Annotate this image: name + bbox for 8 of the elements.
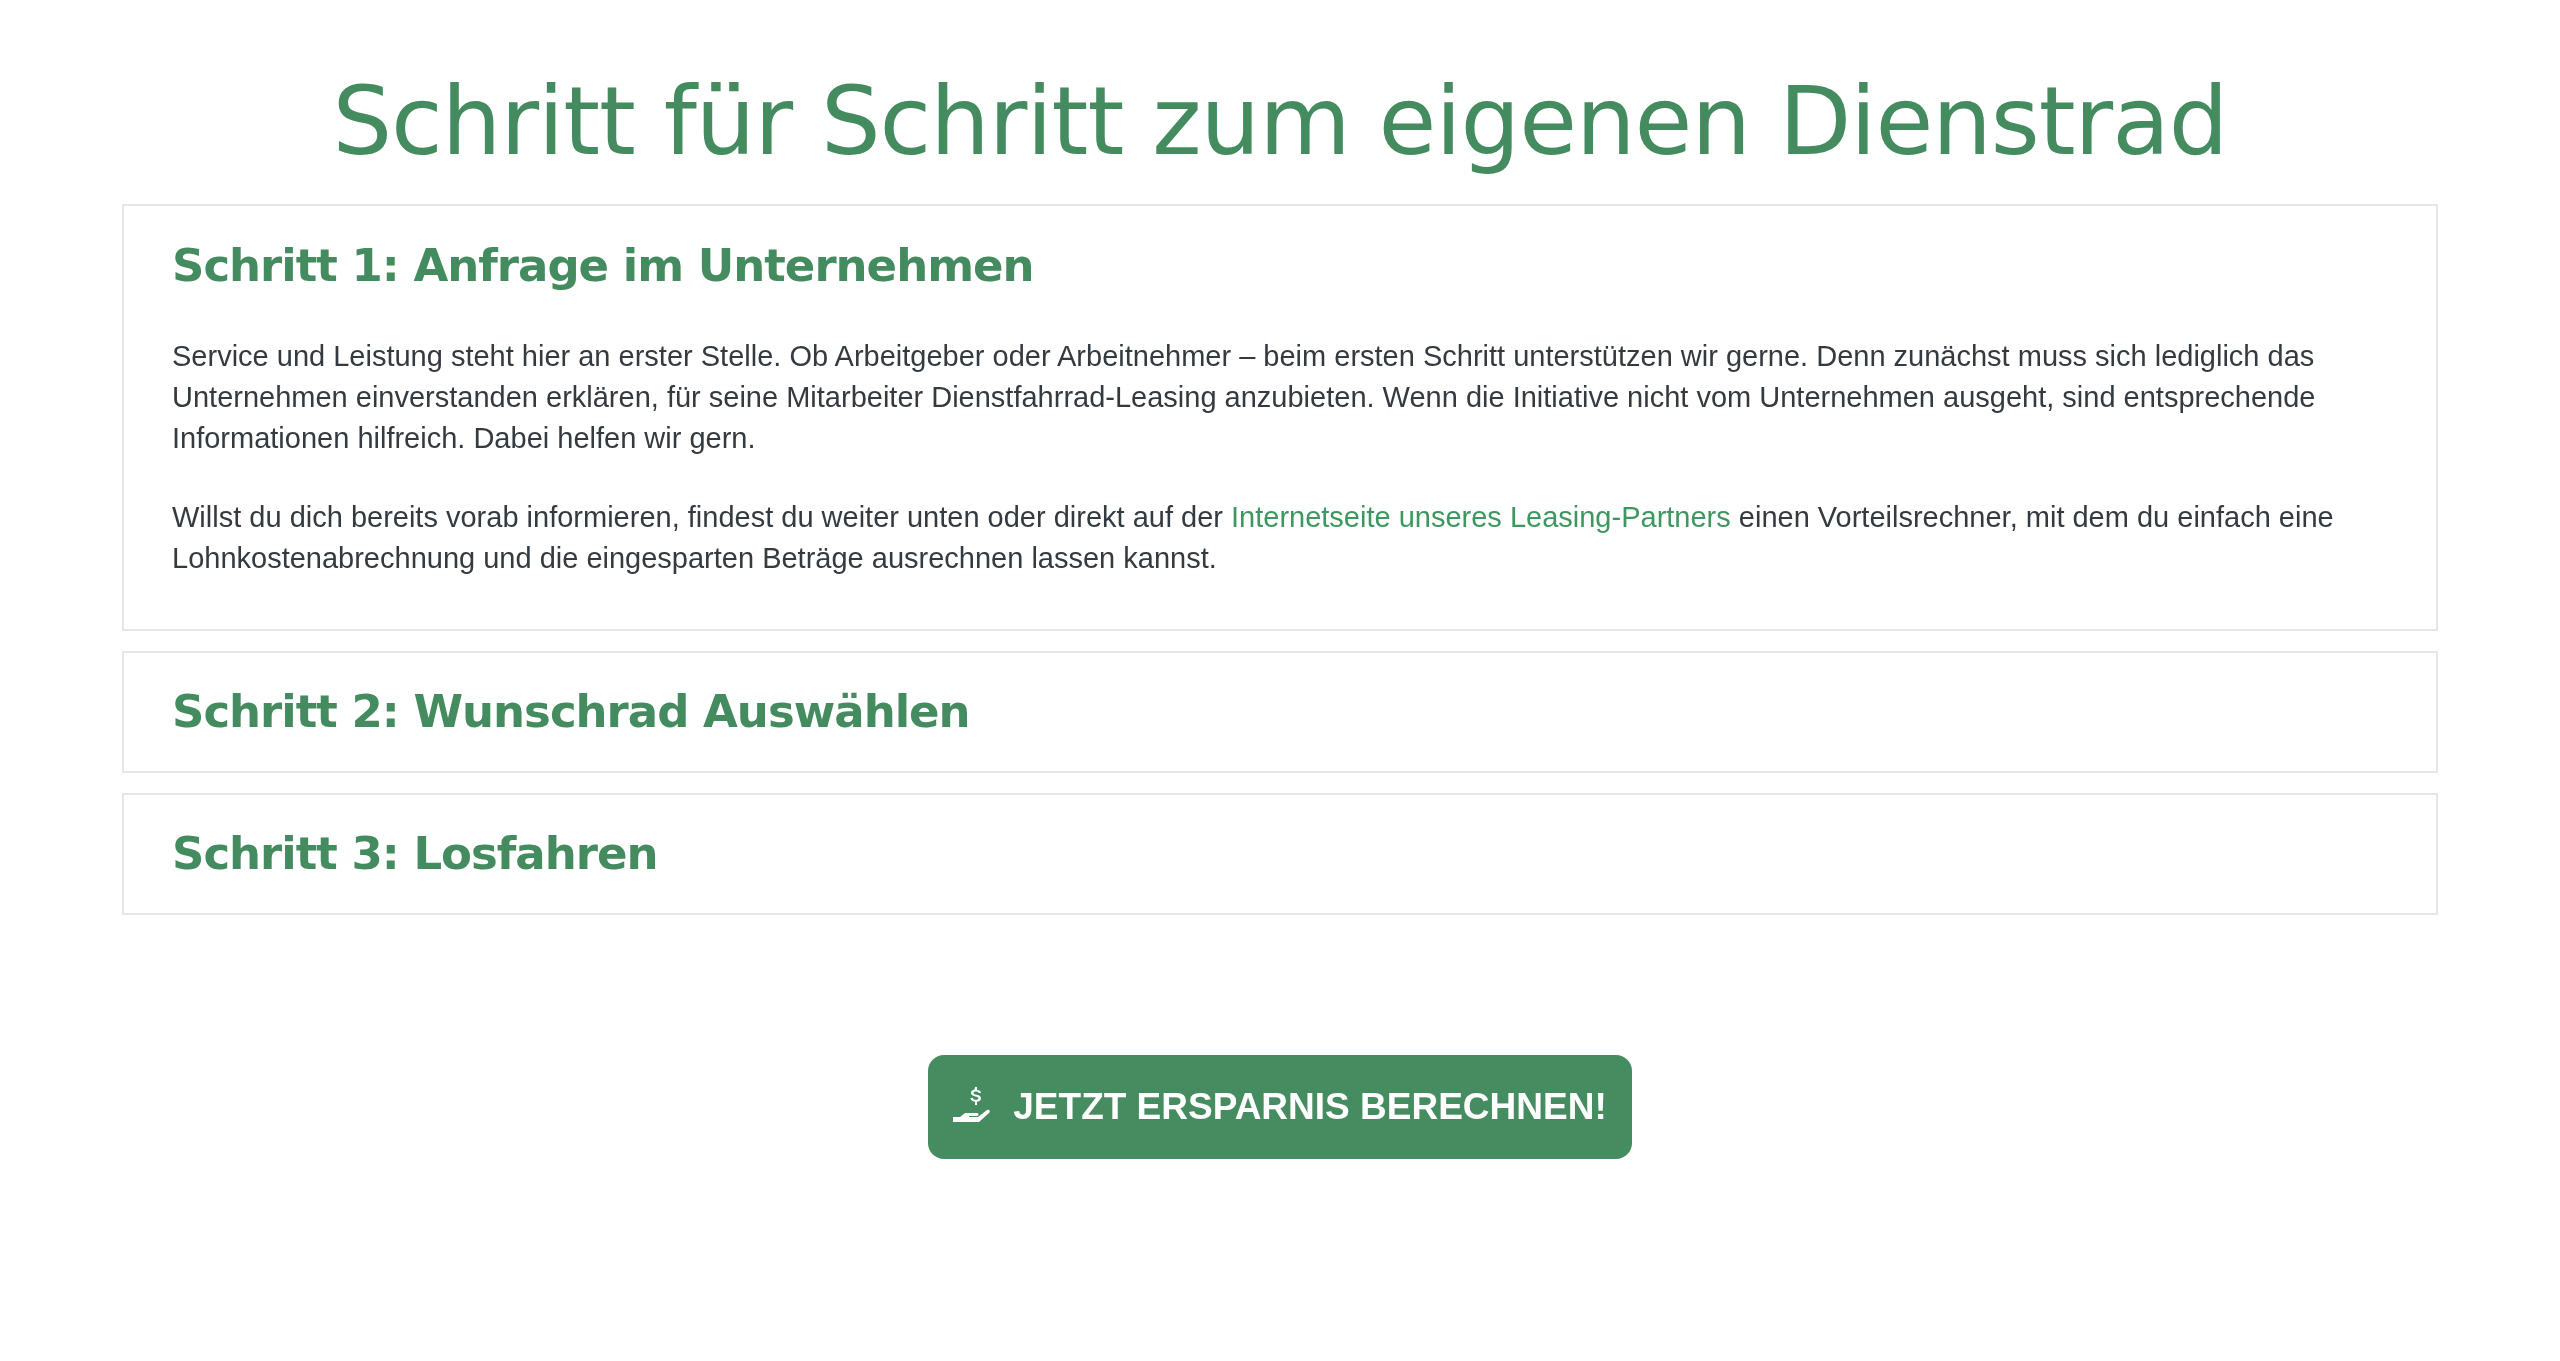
page-title: Schritt für Schritt zum eigenen Dienstrad	[332, 66, 2228, 178]
paragraph: Willst du dich bereits vorab informieren, findest du weiter unten oder direkt auf der Internetseite unseres Leasing-Partners einen Vorteilsrechner, mit dem du einfach eine Lohnkostenabrechnung und die eingesparten Beträge ausrechnen lassen kannst.	[172, 500, 2335, 576]
calculate-savings-button[interactable]: JETZT ERSPARNIS BERECHNEN!	[928, 1055, 1632, 1159]
leasing-partner-link[interactable]: Internetseite unseres Leasing-Partners	[1231, 501, 1731, 533]
accordion-heading[interactable]: Schritt 2: Wunschrad Auswählen	[172, 682, 2388, 742]
accordion-heading[interactable]: Schritt 3: Losfahren	[172, 824, 2388, 884]
accordion-heading[interactable]: Schritt 1: Anfrage im Unternehmen	[172, 236, 2388, 296]
paragraph: Service und Leistung steht hier an erster Stelle. Ob Arbeitgeber oder Arbeitnehmer – beim ersten Schritt unterstützen wir gerne. Denn zunächst muss sich lediglich das Unternehmen einverstanden erklären, für seine Mitarbeiter Dienstfahrrad-Leasing anzubieten. Wenn die Initiative nicht vom Unternehmen ausgeht, sind entsprechende Informationen hilfreich. Dabei helfen wir gern.	[172, 339, 2317, 456]
